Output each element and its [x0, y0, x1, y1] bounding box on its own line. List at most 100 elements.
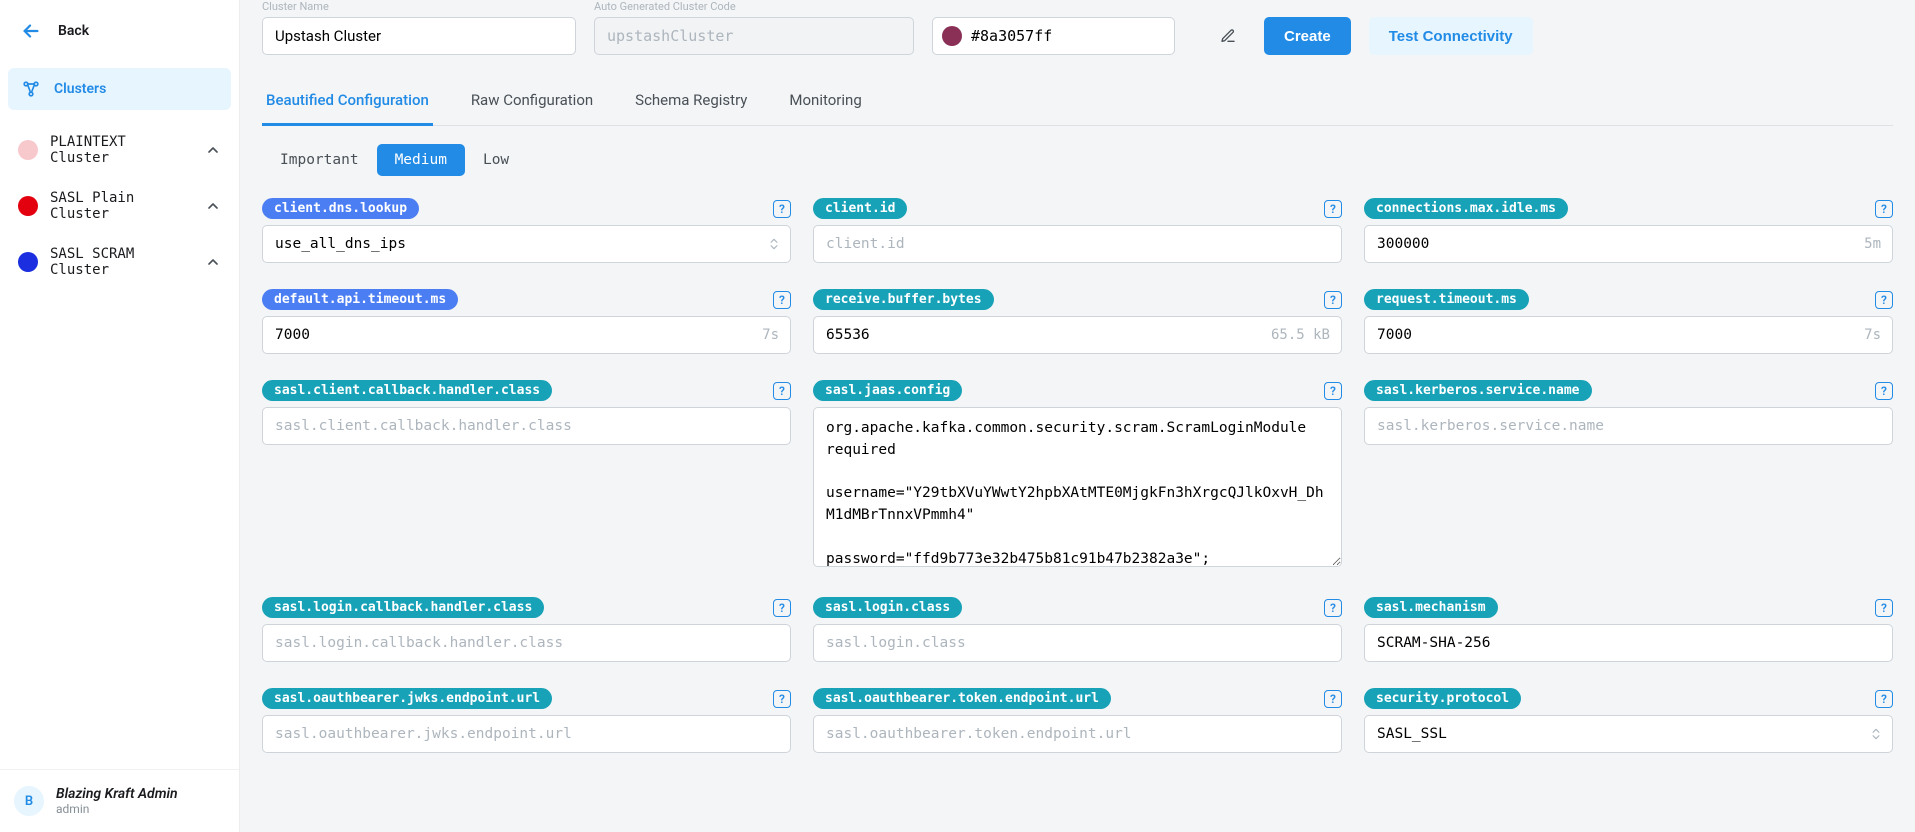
cluster-code-label: Auto Generated Cluster Code [594, 0, 914, 13]
config-input[interactable] [813, 715, 1342, 753]
config-input-wrap [813, 225, 1342, 263]
cluster-name-input[interactable] [262, 17, 576, 55]
config-input[interactable] [262, 316, 791, 354]
config-grid: client.dns.lookup?client.id?connections.… [262, 198, 1893, 753]
config-cell: default.api.timeout.ms?7s [262, 289, 791, 354]
help-icon[interactable]: ? [1324, 690, 1342, 708]
pencil-icon[interactable] [1220, 28, 1236, 44]
config-key-chip: sasl.login.class [813, 597, 962, 618]
create-button[interactable]: Create [1264, 17, 1351, 55]
cluster-row[interactable]: SASL SCRAM Cluster [8, 234, 231, 290]
user-footer[interactable]: B Blazing Kraft Admin admin [0, 769, 239, 832]
config-cell: sasl.client.callback.handler.class? [262, 380, 791, 571]
config-key-chip: client.id [813, 198, 907, 219]
sidebar-item-label: Clusters [54, 81, 106, 97]
help-icon[interactable]: ? [1324, 599, 1342, 617]
tab-monitoring[interactable]: Monitoring [785, 79, 865, 125]
config-input[interactable] [1364, 225, 1893, 263]
sidebar: Back Clusters PLAINTEXT Cluster SASL Plai… [0, 0, 240, 832]
cluster-color-dot [18, 140, 38, 160]
config-input[interactable] [262, 407, 791, 445]
back-label: Back [58, 23, 89, 39]
cluster-name: SASL Plain Cluster [50, 190, 193, 222]
config-header: sasl.kerberos.service.name? [1364, 380, 1893, 401]
help-icon[interactable]: ? [773, 599, 791, 617]
config-key-chip: sasl.oauthbearer.token.endpoint.url [813, 688, 1111, 709]
tab-beautified-configuration[interactable]: Beautified Configuration [262, 79, 433, 126]
help-icon[interactable]: ? [773, 291, 791, 309]
avatar: B [14, 786, 44, 816]
level-tab-low[interactable]: Low [465, 144, 527, 176]
config-header: sasl.login.callback.handler.class? [262, 597, 791, 618]
config-textarea[interactable] [813, 407, 1342, 567]
config-input-wrap [813, 407, 1342, 571]
config-header: security.protocol? [1364, 688, 1893, 709]
help-icon[interactable]: ? [1875, 690, 1893, 708]
config-input-wrap [1364, 407, 1893, 445]
tab-raw-configuration[interactable]: Raw Configuration [467, 79, 597, 125]
help-icon[interactable]: ? [1875, 382, 1893, 400]
help-icon[interactable]: ? [1875, 599, 1893, 617]
cluster-row[interactable]: SASL Plain Cluster [8, 178, 231, 234]
back-button[interactable]: Back [0, 8, 239, 54]
config-input-wrap [262, 407, 791, 445]
config-input[interactable] [262, 715, 791, 753]
config-input[interactable] [813, 624, 1342, 662]
config-input[interactable] [1364, 407, 1893, 445]
config-input[interactable] [813, 316, 1342, 354]
help-icon[interactable]: ? [1324, 291, 1342, 309]
clusters-icon [20, 78, 42, 100]
config-key-chip: security.protocol [1364, 688, 1521, 709]
color-input[interactable] [932, 17, 1175, 55]
tab-schema-registry[interactable]: Schema Registry [631, 79, 751, 125]
config-header: sasl.jaas.config? [813, 380, 1342, 401]
cluster-color-dot [18, 252, 38, 272]
config-header: sasl.mechanism? [1364, 597, 1893, 618]
help-icon[interactable]: ? [1324, 382, 1342, 400]
config-header: sasl.oauthbearer.token.endpoint.url? [813, 688, 1342, 709]
config-key-chip: sasl.oauthbearer.jwks.endpoint.url [262, 688, 552, 709]
config-select[interactable] [1364, 715, 1893, 753]
config-header: request.timeout.ms? [1364, 289, 1893, 310]
cluster-name: PLAINTEXT Cluster [50, 134, 193, 166]
config-cell: connections.max.idle.ms?5m [1364, 198, 1893, 263]
help-icon[interactable]: ? [1324, 200, 1342, 218]
config-input-wrap [262, 715, 791, 753]
config-input-wrap: 5m [1364, 225, 1893, 263]
config-key-chip: request.timeout.ms [1364, 289, 1529, 310]
cluster-name-label: Cluster Name [262, 0, 576, 13]
config-key-chip: client.dns.lookup [262, 198, 419, 219]
config-input[interactable] [262, 624, 791, 662]
config-input[interactable] [1364, 624, 1893, 662]
level-tabs: ImportantMediumLow [262, 144, 1893, 176]
test-connectivity-button[interactable]: Test Connectivity [1369, 17, 1533, 55]
config-input-wrap [813, 624, 1342, 662]
chevron-up-icon [205, 198, 221, 214]
help-icon[interactable]: ? [773, 690, 791, 708]
config-input[interactable] [813, 225, 1342, 263]
config-key-chip: sasl.kerberos.service.name [1364, 380, 1592, 401]
cluster-row[interactable]: PLAINTEXT Cluster [8, 122, 231, 178]
config-input-wrap [262, 225, 791, 263]
level-tab-important[interactable]: Important [262, 144, 377, 176]
level-tab-medium[interactable]: Medium [377, 144, 465, 176]
help-icon[interactable]: ? [1875, 291, 1893, 309]
config-cell: security.protocol? [1364, 688, 1893, 753]
config-input-wrap: 7s [262, 316, 791, 354]
config-input-wrap: 7s [1364, 316, 1893, 354]
main: Cluster Name Auto Generated Cluster Code… [240, 0, 1915, 832]
cluster-name: SASL SCRAM Cluster [50, 246, 193, 278]
sidebar-item-clusters[interactable]: Clusters [8, 68, 231, 110]
config-select[interactable] [262, 225, 791, 263]
cluster-color-dot [18, 196, 38, 216]
config-key-chip: sasl.jaas.config [813, 380, 962, 401]
help-icon[interactable]: ? [773, 382, 791, 400]
config-cell: client.dns.lookup? [262, 198, 791, 263]
config-input-wrap [262, 624, 791, 662]
config-input[interactable] [1364, 316, 1893, 354]
config-cell: sasl.jaas.config? [813, 380, 1342, 571]
help-icon[interactable]: ? [773, 200, 791, 218]
config-key-chip: sasl.client.callback.handler.class [262, 380, 552, 401]
help-icon[interactable]: ? [1875, 200, 1893, 218]
chevron-up-icon [205, 254, 221, 270]
